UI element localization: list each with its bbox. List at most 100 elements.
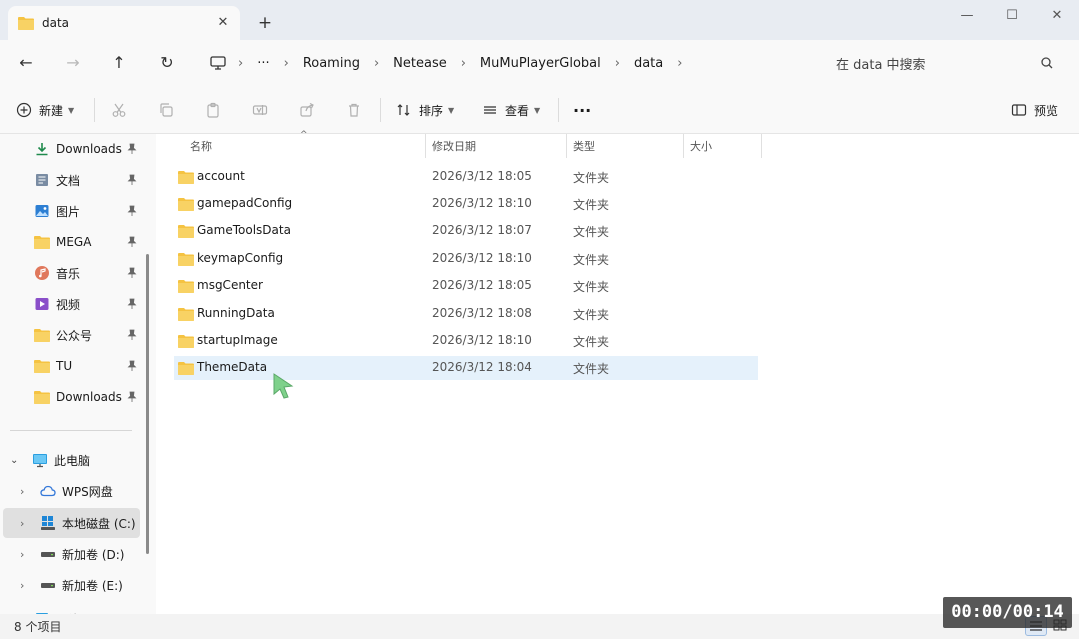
chevron-right-icon[interactable]: › [20, 548, 34, 561]
delete-button[interactable] [342, 98, 366, 122]
pin-icon[interactable] [126, 174, 138, 186]
sidebar-item-mega[interactable]: MEGA [0, 227, 140, 257]
share-button[interactable] [295, 98, 319, 122]
column-header-size[interactable]: 大小 [684, 134, 760, 158]
breadcrumb-netease[interactable]: Netease [391, 56, 449, 71]
breadcrumb-chevron-icon[interactable]: › [374, 56, 379, 71]
file-name: ThemeData [197, 360, 268, 374]
chevron-right-icon[interactable]: › [20, 517, 34, 530]
sidebar-scrollbar[interactable] [146, 254, 149, 554]
minimize-button[interactable]: — [944, 6, 990, 26]
file-row[interactable]: GameToolsData 2026/3/12 18:07 文件夹 [174, 219, 758, 243]
breadcrumb-roaming[interactable]: Roaming [301, 56, 362, 71]
sidebar-item-gongzhonghao[interactable]: 公众号 [0, 320, 140, 350]
pin-icon[interactable] [126, 298, 138, 310]
sidebar-item-drive-d[interactable]: › 新加卷 (D:) [0, 539, 140, 569]
chevron-right-icon[interactable]: › [20, 485, 34, 498]
sort-button[interactable]: 排序 ▼ [396, 98, 454, 122]
tab-data[interactable]: data ✕ [8, 6, 240, 40]
view-button[interactable]: 查看 ▼ [482, 98, 540, 122]
pin-icon[interactable] [126, 267, 138, 279]
plus-circle-icon [16, 102, 32, 118]
rename-button[interactable] [248, 98, 272, 122]
pin-icon[interactable] [126, 236, 138, 248]
pin-icon[interactable] [126, 143, 138, 155]
folder-icon [178, 225, 194, 238]
back-button[interactable]: ← [14, 51, 38, 75]
new-tab-button[interactable]: + [254, 12, 276, 34]
close-window-button[interactable]: ✕ [1034, 6, 1079, 26]
preview-pane-icon [1011, 104, 1027, 116]
share-icon [300, 102, 314, 117]
preview-button[interactable]: 预览 [1011, 98, 1058, 122]
paste-button[interactable] [201, 98, 225, 122]
sidebar-item-drive-c[interactable]: › 本地磁盘 (C:) [3, 508, 140, 538]
more-options-button[interactable]: ··· [573, 98, 591, 122]
file-type: 文件夹 [573, 171, 610, 185]
folder-icon [178, 335, 194, 348]
sidebar-item-pictures[interactable]: 图片 [0, 196, 140, 226]
file-row[interactable]: msgCenter 2026/3/12 18:05 文件夹 [174, 274, 758, 298]
chevron-right-icon[interactable]: › [20, 579, 34, 592]
list-view-icon [484, 106, 496, 114]
pin-icon[interactable] [126, 205, 138, 217]
pin-icon[interactable] [126, 360, 138, 372]
sidebar-item-music[interactable]: 音乐 [0, 258, 140, 288]
breadcrumb-chevron-icon[interactable]: › [615, 56, 620, 71]
folder-icon [178, 171, 194, 184]
search-input[interactable]: 在 data 中搜索 [826, 50, 1066, 76]
windows-drive-icon [41, 516, 55, 530]
file-modified: 2026/3/12 18:10 [432, 333, 532, 347]
file-modified: 2026/3/12 18:05 [432, 278, 532, 292]
file-row[interactable]: account 2026/3/12 18:05 文件夹 [174, 165, 758, 189]
pin-icon[interactable] [126, 391, 138, 403]
search-icon[interactable] [1038, 54, 1056, 72]
column-header-type[interactable]: 类型 [567, 134, 683, 158]
chevron-down-icon: ▼ [448, 105, 455, 115]
file-modified: 2026/3/12 18:10 [432, 196, 532, 210]
up-button[interactable]: ↑ [107, 51, 131, 75]
copy-button[interactable] [154, 98, 178, 122]
column-header-modified[interactable]: 修改日期 [426, 134, 566, 158]
sidebar-item-downloads-folder[interactable]: Downloads [0, 382, 140, 412]
sidebar-item-wps-cloud[interactable]: › WPS网盘 [0, 476, 140, 506]
breadcrumb-chevron-icon[interactable]: › [677, 56, 682, 71]
cut-button[interactable] [107, 98, 131, 122]
column-divider[interactable] [761, 134, 762, 158]
file-row[interactable]: RunningData 2026/3/12 18:08 文件夹 [174, 302, 758, 326]
close-tab-icon[interactable]: ✕ [214, 14, 232, 32]
cloud-icon [40, 485, 56, 497]
breadcrumb-chevron-icon[interactable]: › [238, 56, 243, 71]
new-button[interactable]: 新建 ▼ [16, 98, 74, 122]
breadcrumb-more[interactable]: ··· [255, 56, 271, 71]
command-bar: 新建 ▼ 排序 ▼ 查看 ▼ ··· 预览 [0, 86, 1079, 134]
document-icon [36, 174, 48, 186]
sidebar-item-this-pc[interactable]: ⌄ 此电脑 [0, 445, 140, 475]
file-row[interactable]: ThemeData 2026/3/12 18:04 文件夹 [174, 356, 758, 380]
breadcrumb-mumuplayerglobal[interactable]: MuMuPlayerGlobal [478, 56, 603, 71]
file-type: 文件夹 [573, 335, 610, 349]
sidebar-item-tu[interactable]: TU [0, 351, 140, 381]
file-row[interactable]: keymapConfig 2026/3/12 18:10 文件夹 [174, 247, 758, 271]
sidebar-item-network[interactable]: 网络 [0, 604, 140, 614]
sidebar-item-videos[interactable]: 视频 [0, 289, 140, 319]
sidebar-divider [10, 430, 132, 431]
sidebar-item-downloads[interactable]: Downloads [0, 134, 140, 164]
pin-icon[interactable] [126, 329, 138, 341]
sidebar-item-documents[interactable]: 文档 [0, 165, 140, 195]
recording-timer: 00:00/00:14 [943, 597, 1072, 628]
toolbar-divider [380, 98, 381, 122]
monitor-icon[interactable] [210, 56, 226, 70]
refresh-button[interactable]: ↻ [155, 51, 179, 75]
forward-button[interactable]: → [61, 51, 85, 75]
maximize-button[interactable]: ☐ [989, 6, 1035, 26]
file-row[interactable]: gamepadConfig 2026/3/12 18:10 文件夹 [174, 192, 758, 216]
sidebar-item-drive-e[interactable]: › 新加卷 (E:) [0, 570, 140, 600]
column-header-name[interactable]: 名称 [184, 134, 424, 158]
chevron-down-icon[interactable]: ⌄ [10, 455, 24, 466]
breadcrumb-chevron-icon[interactable]: › [284, 56, 289, 71]
file-row[interactable]: startupImage 2026/3/12 18:10 文件夹 [174, 329, 758, 353]
folder-icon [18, 17, 34, 30]
breadcrumb-data[interactable]: data [632, 56, 665, 71]
breadcrumb-chevron-icon[interactable]: › [461, 56, 466, 71]
